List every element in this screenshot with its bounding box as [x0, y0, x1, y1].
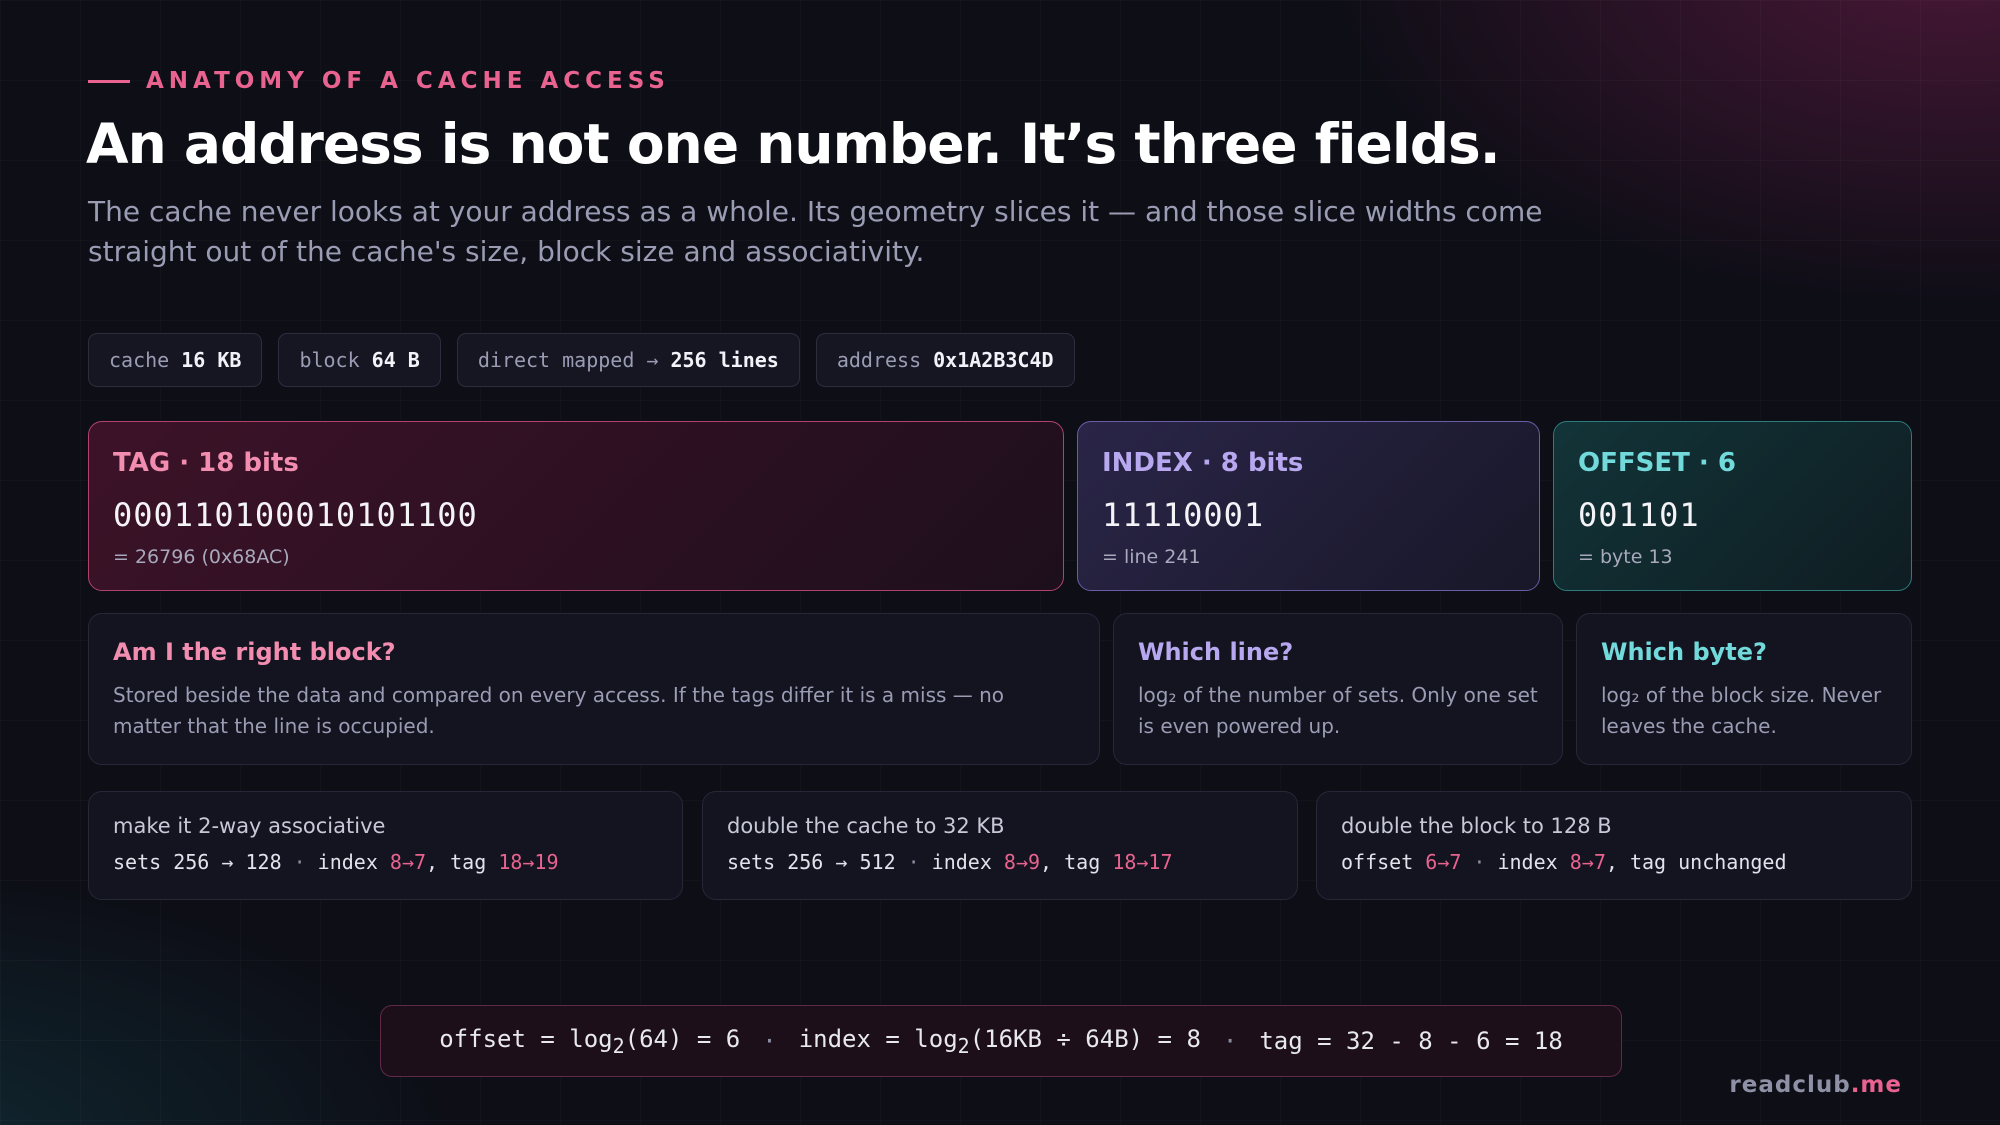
card-body: log₂ of the number of sets. Only one set…	[1138, 683, 1538, 738]
separator-dot: ·	[1473, 850, 1486, 874]
chip-value: 16 KB	[181, 348, 242, 372]
detail-label: tag	[1064, 850, 1101, 874]
card-title: Which line?	[1138, 638, 1294, 666]
page-subtitle: The cache never looks at your address as…	[88, 195, 1543, 268]
chip-key: address	[836, 348, 922, 372]
offset-explanation-card: Which byte? log₂ of the block size. Neve…	[1576, 613, 1912, 765]
tag-field-label: TAG · 18 bits	[113, 448, 299, 478]
detail-label: sets	[113, 850, 162, 874]
chip-cache-size: cache 16 KB	[88, 333, 263, 387]
card-title: Am I the right block?	[113, 638, 396, 666]
chip-key: block	[299, 348, 360, 372]
chip-key: cache	[109, 348, 170, 372]
chip-block-size: block 64 B	[278, 333, 441, 387]
detail-change: 8→9	[1003, 850, 1041, 874]
offset-field-note: = byte 13	[1578, 546, 1673, 568]
detail-from: 256	[173, 850, 210, 874]
brand-name: readclub	[1729, 1072, 1851, 1098]
formula-text: (64) = 6	[624, 1024, 741, 1053]
detail-change: 8→7	[389, 850, 427, 874]
offset-field-bits: 001101	[1578, 496, 1700, 534]
offset-field-label: OFFSET · 6	[1578, 448, 1736, 478]
chip-value: 64 B	[371, 348, 420, 372]
scenario-detail: sets 256 → 512 · index 8→9, tag 18→17	[727, 850, 1173, 874]
separator-dot: ·	[1222, 1027, 1238, 1055]
eyebrow: ANATOMY OF A CACHE ACCESS	[88, 68, 670, 94]
formula-text: (16KB ÷ 64B) = 8	[969, 1024, 1201, 1053]
detail-label: tag	[450, 850, 487, 874]
index-explanation-card: Which line? log₂ of the number of sets. …	[1113, 613, 1563, 765]
scenario-double-cache: double the cache to 32 KB sets 256 → 512…	[702, 791, 1298, 900]
detail-to: 128	[245, 850, 282, 874]
formula-subscript: 2	[612, 1033, 625, 1058]
detail-label: index	[317, 850, 378, 874]
eyebrow-text: ANATOMY OF A CACHE ACCESS	[146, 68, 670, 94]
index-field-label: INDEX · 8 bits	[1102, 448, 1304, 478]
formula-tag: tag = 32 - 8 - 6 = 18	[1259, 1027, 1563, 1055]
formula-subscript: 2	[957, 1033, 970, 1058]
separator-dot: ·	[762, 1027, 777, 1055]
brand-tld: .me	[1850, 1072, 1902, 1098]
scenario-title: double the block to 128 B	[1341, 814, 1612, 838]
scenario-detail: sets 256 → 128 · index 8→7, tag 18→19	[113, 850, 559, 874]
separator-dot: ·	[907, 850, 920, 874]
tag-field-bits: 000110100010101100	[113, 496, 478, 534]
scenario-detail: offset 6→7 · index 8→7, tag unchanged	[1341, 850, 1787, 874]
scenario-title: make it 2-way associative	[113, 814, 386, 838]
formula-offset: offset = log2(64) = 6	[439, 1025, 740, 1058]
chip-value: 256 lines	[670, 348, 779, 372]
index-field: INDEX · 8 bits 11110001 = line 241	[1077, 421, 1540, 591]
parameter-chips: cache 16 KB block 64 B direct mapped → 2…	[88, 333, 1075, 387]
arrow-icon: →	[221, 850, 234, 874]
card-title: Which byte?	[1601, 638, 1767, 666]
detail-change: 18→19	[498, 850, 559, 874]
formula-text: index = log	[798, 1024, 958, 1053]
brand-logo: readclub.me	[1729, 1072, 1902, 1098]
chip-mapping: direct mapped → 256 lines	[456, 333, 800, 387]
detail-from: 256	[787, 850, 824, 874]
arrow-icon: →	[835, 850, 848, 874]
scenario-two-way: make it 2-way associative sets 256 → 128…	[88, 791, 683, 900]
scenario-title: double the cache to 32 KB	[727, 814, 1005, 838]
scenario-double-block: double the block to 128 B offset 6→7 · ind…	[1316, 791, 1912, 900]
index-field-note: = line 241	[1102, 546, 1201, 568]
chip-value: 0x1A2B3C4D	[933, 348, 1054, 372]
eyebrow-rule	[88, 79, 130, 83]
tag-field: TAG · 18 bits 000110100010101100 = 26796…	[88, 421, 1064, 591]
separator-dot: ·	[293, 850, 306, 874]
detail-to: 512	[859, 850, 896, 874]
tag-explanation-card: Am I the right block? Stored beside the …	[88, 613, 1100, 765]
detail-label: index	[931, 850, 992, 874]
detail-label: index	[1497, 850, 1558, 874]
offset-field: OFFSET · 6 001101 = byte 13	[1553, 421, 1912, 591]
detail-change: 6→7	[1425, 850, 1462, 874]
card-body: Stored beside the data and compared on e…	[113, 683, 1005, 738]
chip-key: direct mapped →	[477, 348, 659, 372]
detail-label: offset	[1341, 850, 1414, 874]
detail-label: tag	[1629, 850, 1667, 874]
detail-change: 8→7	[1569, 850, 1606, 874]
chip-address: address 0x1A2B3C4D	[815, 333, 1075, 387]
index-field-bits: 11110001	[1102, 496, 1265, 534]
detail-value: unchanged	[1678, 850, 1787, 874]
formula-text: offset = log	[439, 1024, 613, 1053]
tag-field-note: = 26796 (0x68AC)	[113, 546, 290, 568]
detail-label: sets	[727, 850, 776, 874]
formula-index: index = log2(16KB ÷ 64B) = 8	[799, 1025, 1201, 1058]
card-body: log₂ of the block size. Never leaves the…	[1601, 683, 1882, 738]
page-title: An address is not one number. It’s three…	[86, 112, 1501, 176]
detail-change: 18→17	[1112, 850, 1173, 874]
formula-bar: offset = log2(64) = 6 · index = log2(16K…	[380, 1005, 1622, 1077]
